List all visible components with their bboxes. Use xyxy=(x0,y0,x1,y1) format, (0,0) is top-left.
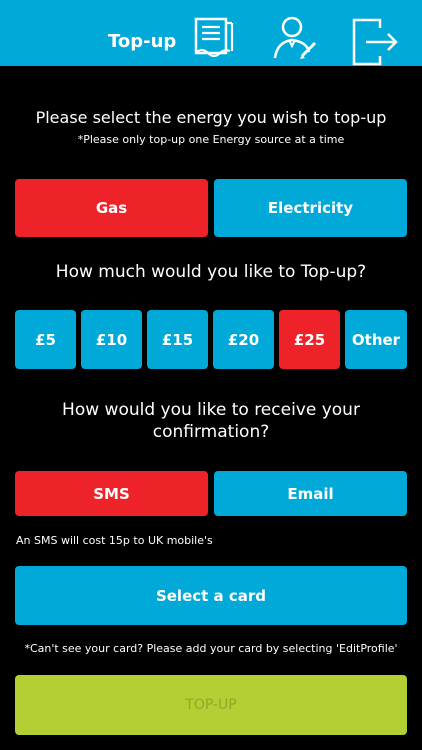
logout-icon[interactable] xyxy=(352,18,400,70)
confirmation-heading-line2: confirmation? xyxy=(152,422,270,442)
top-bar: Top-up xyxy=(0,0,422,66)
energy-heading: Please select the energy you wish to top… xyxy=(35,108,387,127)
gas-button[interactable]: Gas xyxy=(15,179,208,237)
page-title: Top-up xyxy=(108,31,177,52)
amount-option-25[interactable]: £25 xyxy=(279,310,340,369)
receipt-icon[interactable] xyxy=(192,14,236,62)
email-button[interactable]: Email xyxy=(214,471,407,516)
top-up-button[interactable]: TOP-UP xyxy=(15,675,407,735)
amount-option-15[interactable]: £15 xyxy=(147,310,208,369)
profile-edit-icon[interactable] xyxy=(272,14,318,64)
confirmation-heading-line1: How would you like to receive your xyxy=(62,400,360,420)
amount-heading: How much would you like to Top-up? xyxy=(55,262,367,282)
amount-option-5[interactable]: £5 xyxy=(15,310,76,369)
amount-option-other[interactable]: Other xyxy=(345,310,407,369)
select-card-button[interactable]: Select a card xyxy=(15,566,407,625)
sms-cost-note: An SMS will cost 15p to UK mobile's xyxy=(16,534,213,547)
amount-option-20[interactable]: £20 xyxy=(213,310,274,369)
sms-button[interactable]: SMS xyxy=(15,471,208,516)
amount-option-10[interactable]: £10 xyxy=(81,310,142,369)
card-note: *Can't see your card? Please add your ca… xyxy=(24,642,398,655)
energy-subheading: *Please only top-up one Energy source at… xyxy=(77,133,345,146)
electricity-button[interactable]: Electricity xyxy=(214,179,407,237)
